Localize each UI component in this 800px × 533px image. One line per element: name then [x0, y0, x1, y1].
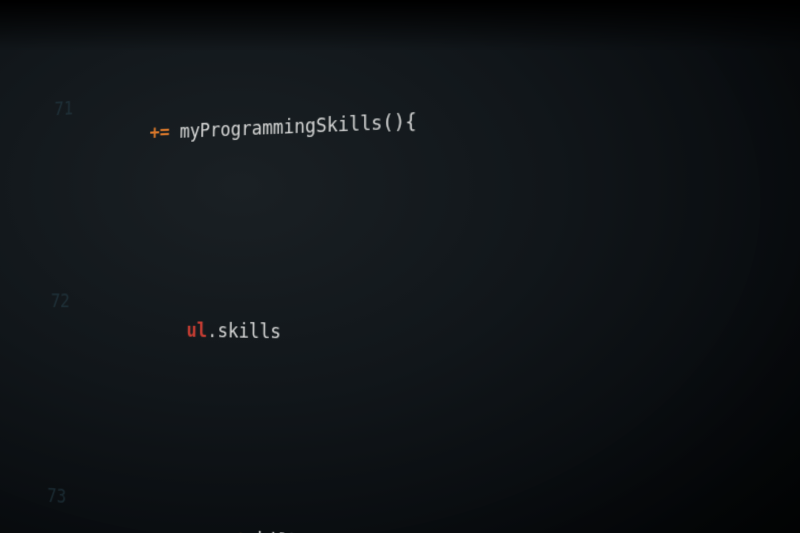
mixin-plus: += — [150, 121, 180, 144]
gutter: 72 — [24, 288, 70, 316]
mixin-name: myProgrammingSkills — [180, 112, 383, 143]
plus-icon: + — [235, 527, 246, 533]
skill-row-1: 73 +skill('programming', '90%', '(html5 … — [18, 453, 800, 533]
gutter: 71 — [27, 96, 73, 125]
ul-class: skills — [217, 321, 281, 344]
gutter: 73 — [20, 481, 67, 512]
mixin-paren: (){ — [382, 111, 416, 135]
code-editor-screen: 71 += myProgrammingSkills(){ 72 ul.skill… — [0, 0, 800, 533]
tag-ul: ul — [186, 320, 207, 342]
code-sheet: 71 += myProgrammingSkills(){ 72 ul.skill… — [0, 0, 800, 533]
line-mixin-decl: 71 += myProgrammingSkills(){ — [26, 0, 800, 179]
line-ul-1: 72 ul.skills — [22, 253, 800, 411]
